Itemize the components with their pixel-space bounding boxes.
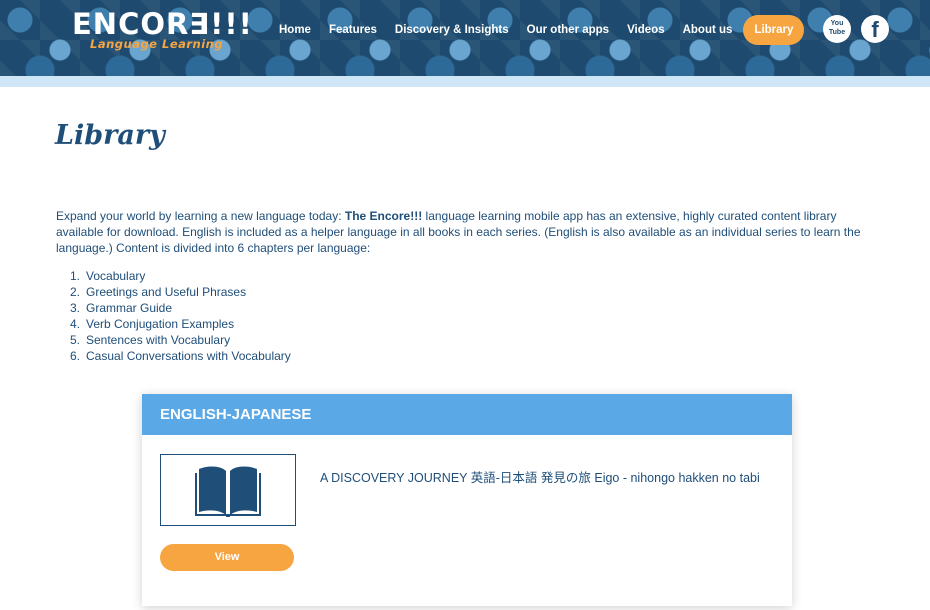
book-title[interactable]: A DISCOVERY JOURNEY 英語-日本語 発見の旅 Eigo - n… [320,467,760,486]
view-button[interactable]: View [160,544,294,571]
youtube-icon[interactable]: You Tube [823,15,851,43]
chapter-item: 6. Casual Conversations with Vocabulary [70,348,291,364]
chapter-number: 2. [70,285,81,299]
chapter-label: Casual Conversations with Vocabulary [86,349,291,363]
chapter-item: 5. Sentences with Vocabulary [70,332,291,348]
chapter-label: Greetings and Useful Phrases [86,285,247,299]
chapter-label: Vocabulary [86,269,146,283]
nav-item-library[interactable]: Library [743,15,805,45]
main-nav: Home Features Discovery & Insights Our o… [270,15,805,45]
chapter-list: 1. Vocabulary 2. Greetings and Useful Phra… [70,268,291,364]
nav-item-features[interactable]: Features [320,15,386,45]
nav-item-other-apps[interactable]: Our other apps [518,15,618,45]
chapter-number: 6. [70,349,81,363]
intro-brand-name: The Encore!!! [344,209,423,223]
chapter-label: Sentences with Vocabulary [86,333,231,347]
nav-item-home[interactable]: Home [270,15,320,45]
facebook-icon-label: f [871,17,879,42]
chapter-item: 4. Verb Conjugation Examples [70,316,291,332]
book-thumbnail[interactable] [160,454,296,526]
encore-logo[interactable]: ENCOR∃!!! Language Learning [72,8,252,54]
logo-text: ENCOR∃!!! [72,7,253,41]
page-title: Library [55,120,165,151]
chapter-label: Grammar Guide [86,301,173,315]
chapter-number: 1. [70,269,81,283]
chapter-label: Verb Conjugation Examples [86,317,235,331]
chapter-number: 3. [70,301,81,315]
chapter-number: 5. [70,333,81,347]
facebook-icon[interactable]: f [861,15,889,43]
chapter-item: 2. Greetings and Useful Phrases [70,284,291,300]
nav-item-about-us[interactable]: About us [674,15,742,45]
chapter-item: 1. Vocabulary [70,268,291,284]
chapter-number: 4. [70,317,81,331]
nav-item-discovery-insights[interactable]: Discovery & Insights [386,15,518,45]
intro-paragraph: Expand your world by learning a new lang… [56,208,886,256]
open-book-icon [195,466,261,517]
logo-subtitle: Language Learning [90,37,224,51]
youtube-icon-label: You Tube [828,20,846,36]
library-series-card: ENGLISH-JAPANESE A DISCOVERY JOURNEY 英語-… [142,394,792,606]
site-header: ENCOR∃!!! Language Learning Home Feature… [0,0,930,76]
intro-prefix: Expand your world by learning a new lang… [56,209,345,223]
chapter-item: 3. Grammar Guide [70,300,291,316]
series-heading: ENGLISH-JAPANESE [142,394,792,435]
nav-item-videos[interactable]: Videos [618,15,674,45]
header-divider-strip [0,76,930,87]
